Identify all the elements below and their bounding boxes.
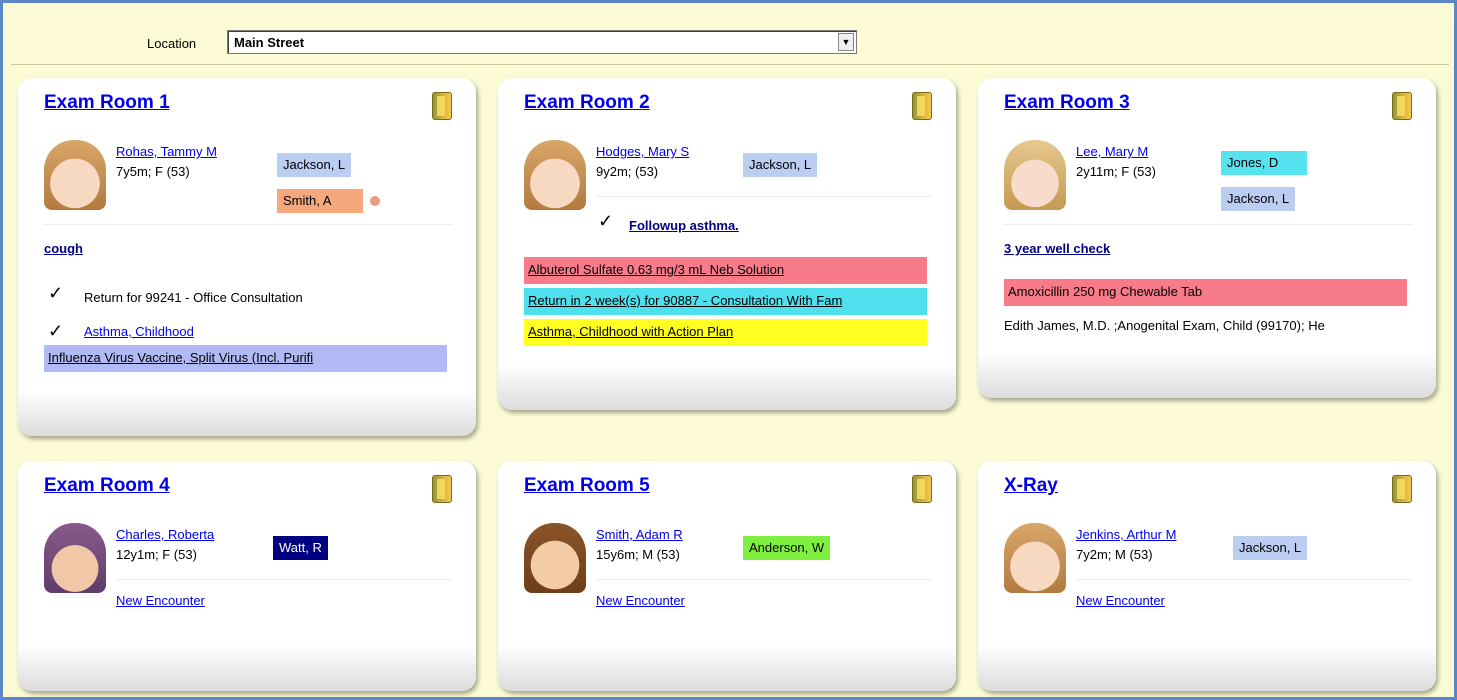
check-icon: ✓ bbox=[48, 321, 64, 341]
door-icon[interactable] bbox=[912, 475, 932, 503]
room-title-link[interactable]: Exam Room 3 bbox=[1004, 92, 1130, 114]
chief-complaint-link[interactable]: 3 year well check bbox=[1004, 241, 1110, 256]
visit-reason-link[interactable]: Followup asthma. bbox=[629, 218, 739, 233]
room-title-link[interactable]: Exam Room 4 bbox=[44, 475, 170, 497]
encounter-note: Edith James, M.D. ;Anogenital Exam, Chil… bbox=[1004, 318, 1325, 333]
patient-photo bbox=[1004, 523, 1066, 593]
room-title-link[interactable]: Exam Room 5 bbox=[524, 475, 650, 497]
patient-age: 7y2m; M (53) bbox=[1076, 547, 1153, 562]
patient-photo bbox=[524, 523, 586, 593]
new-encounter-link[interactable]: New Encounter bbox=[1076, 593, 1165, 608]
patient-name-link[interactable]: Rohas, Tammy M bbox=[116, 144, 217, 159]
new-encounter-link[interactable]: New Encounter bbox=[596, 593, 685, 608]
door-icon[interactable] bbox=[432, 92, 452, 120]
order-bar[interactable]: Amoxicillin 250 mg Chewable Tab bbox=[1004, 279, 1407, 306]
new-encounter-link[interactable]: New Encounter bbox=[116, 593, 205, 608]
door-icon[interactable] bbox=[1392, 475, 1412, 503]
check-icon: ✓ bbox=[48, 283, 64, 303]
patient-name-link[interactable]: Jenkins, Arthur M bbox=[1076, 527, 1176, 542]
order-bar[interactable]: Albuterol Sulfate 0.63 mg/3 mL Neb Solut… bbox=[524, 257, 927, 284]
location-label: Location bbox=[147, 36, 197, 51]
provider-badge: Jackson, L bbox=[1233, 536, 1308, 560]
room-card: X-Ray Jenkins, Arthur M 7y2m; M (53) Jac… bbox=[978, 461, 1436, 691]
room-card: Exam Room 5 Smith, Adam R 15y6m; M (53) … bbox=[498, 461, 956, 691]
room-title-link[interactable]: Exam Room 1 bbox=[44, 92, 170, 114]
divider bbox=[116, 579, 452, 580]
check-icon: ✓ bbox=[598, 211, 614, 231]
patient-name-link[interactable]: Hodges, Mary S bbox=[596, 144, 689, 159]
room-title-link[interactable]: Exam Room 2 bbox=[524, 92, 650, 114]
room-card: Exam Room 1 Rohas, Tammy M 7y5m; F (53) … bbox=[18, 78, 476, 436]
order-bar[interactable]: Return in 2 week(s) for 90887 - Consulta… bbox=[524, 288, 927, 315]
patient-photo bbox=[44, 523, 106, 593]
location-select[interactable]: Main Street ▼ bbox=[227, 30, 857, 54]
patient-age: 15y6m; M (53) bbox=[596, 547, 680, 562]
patient-name-link[interactable]: Lee, Mary M bbox=[1076, 144, 1148, 159]
status-dot bbox=[370, 196, 380, 206]
room-card: Exam Room 3 Lee, Mary M 2y11m; F (53) Jo… bbox=[978, 78, 1436, 398]
room-card: Exam Room 4 Charles, Roberta 12y1m; F (5… bbox=[18, 461, 476, 691]
patient-photo bbox=[1004, 140, 1066, 210]
divider bbox=[596, 579, 932, 580]
door-icon[interactable] bbox=[912, 92, 932, 120]
patient-photo bbox=[44, 140, 106, 210]
divider bbox=[596, 196, 932, 197]
provider-badge: Jones, D bbox=[1221, 151, 1307, 175]
door-icon[interactable] bbox=[432, 475, 452, 503]
patient-name-link[interactable]: Smith, Adam R bbox=[596, 527, 683, 542]
patient-age: 2y11m; F (53) bbox=[1076, 164, 1156, 179]
chevron-down-icon[interactable]: ▼ bbox=[838, 33, 854, 51]
divider bbox=[1004, 224, 1412, 225]
patient-name-link[interactable]: Charles, Roberta bbox=[116, 527, 214, 542]
provider-badge: Jackson, L bbox=[743, 153, 818, 177]
provider-badge: Anderson, W bbox=[743, 536, 831, 560]
room-title-link[interactable]: X-Ray bbox=[1004, 475, 1058, 497]
order-bar[interactable]: Influenza Virus Vaccine, Split Virus (In… bbox=[44, 345, 447, 372]
divider bbox=[44, 224, 452, 225]
chief-complaint-link[interactable]: cough bbox=[44, 241, 83, 256]
plan-item: Return for 99241 - Office Consultation bbox=[84, 290, 303, 305]
diagnosis-link[interactable]: Asthma, Childhood bbox=[84, 324, 194, 339]
patient-age: 9y2m; (53) bbox=[596, 164, 659, 179]
patient-photo bbox=[524, 140, 586, 210]
app-frame: Location Main Street ▼ Exam Room 1 Rohas… bbox=[0, 0, 1457, 700]
provider-badge: Watt, R bbox=[273, 536, 328, 560]
order-bar[interactable]: Asthma, Childhood with Action Plan bbox=[524, 319, 927, 346]
room-card: Exam Room 2 Hodges, Mary S 9y2m; (53) Ja… bbox=[498, 78, 956, 410]
provider-badge: Jackson, L bbox=[1221, 187, 1296, 211]
patient-age: 12y1m; F (53) bbox=[116, 547, 197, 562]
divider bbox=[1076, 579, 1412, 580]
location-value: Main Street bbox=[234, 35, 305, 50]
provider-badge: Smith, A bbox=[277, 189, 363, 213]
door-icon[interactable] bbox=[1392, 92, 1412, 120]
location-bar: Location Main Street ▼ bbox=[11, 9, 1449, 65]
provider-badge: Jackson, L bbox=[277, 153, 352, 177]
patient-age: 7y5m; F (53) bbox=[116, 164, 190, 179]
